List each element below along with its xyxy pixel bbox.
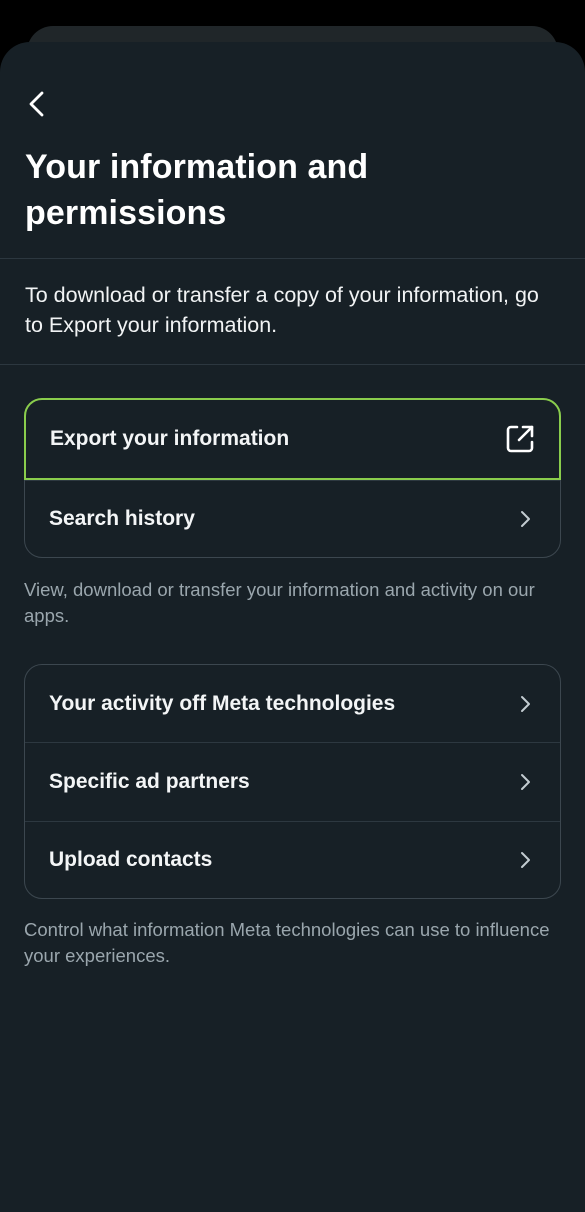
section1-helper-text: View, download or transfer your informat… <box>24 579 535 626</box>
export-history-card: Export your information Search history <box>24 398 561 558</box>
chevron-right-icon <box>514 508 536 530</box>
activity-off-meta-label: Your activity off Meta technologies <box>49 691 396 715</box>
section2-helper-text: Control what information Meta technologi… <box>24 919 550 966</box>
search-history-label: Search history <box>49 507 195 530</box>
chevron-right-icon <box>514 849 536 871</box>
chevron-right-icon <box>514 693 536 715</box>
activity-off-meta-item[interactable]: Your activity off Meta technologies <box>25 665 560 742</box>
title-divider <box>0 258 585 259</box>
upload-contacts-item[interactable]: Upload contacts <box>25 821 560 898</box>
back-button[interactable] <box>22 86 52 122</box>
ad-preferences-card: Your activity off Meta technologies Spec… <box>24 664 561 899</box>
page-title: Your information and permissions <box>25 148 369 232</box>
export-your-information-label: Export your information <box>50 427 290 450</box>
specific-ad-partners-label: Specific ad partners <box>49 770 250 793</box>
intro-divider <box>0 364 585 365</box>
upload-contacts-label: Upload contacts <box>49 848 213 871</box>
chevron-right-icon <box>514 771 536 793</box>
search-history-item[interactable]: Search history <box>25 480 560 557</box>
specific-ad-partners-item[interactable]: Specific ad partners <box>25 742 560 821</box>
export-your-information-item[interactable]: Export your information <box>24 398 561 480</box>
bottom-sheet: Your information and permissions To down… <box>0 42 585 1212</box>
intro-text: To download or transfer a copy of your i… <box>25 283 539 337</box>
external-link-icon <box>505 424 535 454</box>
back-arrow-icon <box>29 91 44 117</box>
screen: Your information and permissions To down… <box>0 0 585 1212</box>
